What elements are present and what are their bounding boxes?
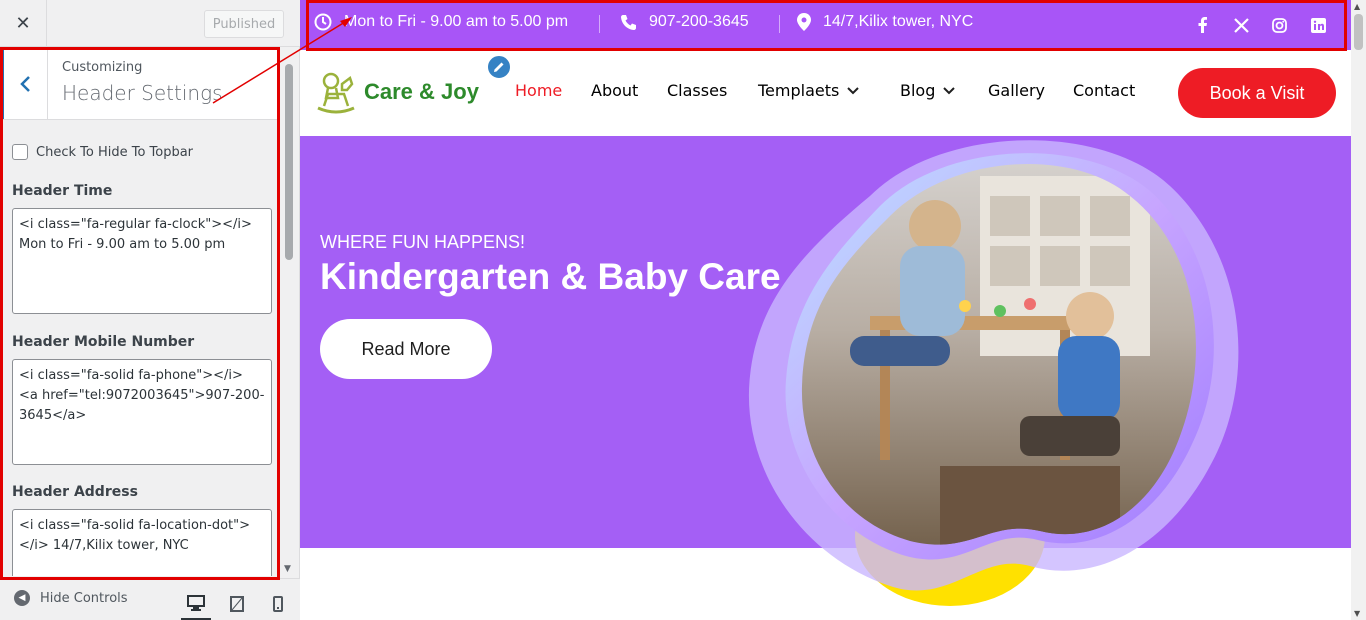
hide-topbar-label: Check To Hide To Topbar xyxy=(36,144,194,160)
page-scrollbar-thumb[interactable] xyxy=(1354,14,1363,50)
scroll-down-icon[interactable]: ▼ xyxy=(284,564,291,574)
desktop-icon xyxy=(187,594,205,611)
nav-contact-label: Contact xyxy=(1073,81,1136,100)
close-icon: ✕ xyxy=(15,13,31,34)
hide-controls-label: Hide Controls xyxy=(40,590,128,606)
scrollbar-thumb[interactable] xyxy=(285,64,293,260)
nav-home-label: Home xyxy=(515,81,563,100)
topbar-time: Mon to Fri - 9.00 am to 5.00 pm xyxy=(314,13,568,31)
customizer-sidebar: ✕ Published Customizing Header Settings … xyxy=(0,0,300,620)
hero-subtitle: WHERE FUN HAPPENS! xyxy=(320,232,526,252)
nav-classes[interactable]: Classes xyxy=(667,81,727,100)
hero-title: Kindergarten & Baby Care xyxy=(320,256,781,297)
hero-photo-blob xyxy=(748,140,1239,606)
mobile-icon xyxy=(273,596,283,612)
instagram-icon[interactable] xyxy=(1270,16,1288,34)
nav-blog[interactable]: Blog xyxy=(900,81,956,100)
topbar-address: 14/7,Kilix tower, NYC xyxy=(797,13,973,31)
header-mobile-label: Header Mobile Number xyxy=(12,334,195,350)
page-scrollbar[interactable]: ▲ ▼ xyxy=(1351,0,1366,620)
nav-classes-label: Classes xyxy=(667,81,728,100)
chevron-down-icon xyxy=(847,86,860,94)
topbar-phone-text[interactable]: 907-200-3645 xyxy=(649,13,749,31)
nav-templates[interactable]: Templaets xyxy=(758,81,860,100)
desktop-preview-button[interactable] xyxy=(181,587,211,620)
panel-title: Header Settings xyxy=(62,81,223,105)
panel-body: Check To Hide To Topbar Header Time <i c… xyxy=(0,121,278,576)
published-button[interactable]: Published xyxy=(204,10,284,38)
pencil-icon xyxy=(494,62,504,72)
panel-header: Customizing Header Settings xyxy=(0,48,278,120)
tablet-preview-button[interactable] xyxy=(222,587,252,620)
breadcrumb: Customizing xyxy=(62,60,143,75)
close-customizer-button[interactable]: ✕ xyxy=(0,0,47,47)
header-mobile-field[interactable]: <i class="fa-solid fa-phone"></i> <a hre… xyxy=(12,359,272,465)
nav-about-label: About xyxy=(591,81,639,100)
topbar: Mon to Fri - 9.00 am to 5.00 pm 907-200-… xyxy=(300,0,1351,50)
nav-contact[interactable]: Contact xyxy=(1073,81,1135,100)
linkedin-icon[interactable] xyxy=(1309,16,1327,34)
nav-gallery-label: Gallery xyxy=(988,81,1045,100)
nav-blog-label: Blog xyxy=(900,81,936,100)
main-header: Care & Joy Home About Classes Templaets … xyxy=(300,50,1351,136)
nav-gallery[interactable]: Gallery xyxy=(988,81,1045,100)
clock-icon xyxy=(314,13,332,31)
tablet-icon xyxy=(230,596,244,612)
site-preview: Mon to Fri - 9.00 am to 5.00 pm 907-200-… xyxy=(300,0,1351,620)
mobile-preview-button[interactable] xyxy=(263,587,293,620)
logo-text: Care & Joy xyxy=(364,79,479,104)
scroll-up-icon[interactable]: ▲ xyxy=(1354,2,1360,11)
back-button[interactable] xyxy=(0,48,48,119)
sidebar-scrollbar[interactable]: ▼ xyxy=(284,60,294,574)
chevron-down-icon xyxy=(943,86,956,94)
header-time-field[interactable]: <i class="fa-regular fa-clock"></i> Mon … xyxy=(12,208,272,314)
location-dot-icon xyxy=(797,13,811,31)
scroll-down-icon[interactable]: ▼ xyxy=(1354,609,1360,618)
site-logo[interactable]: Care & Joy xyxy=(314,70,479,114)
customizer-footer: ◀ Hide Controls xyxy=(0,578,300,620)
nav-templates-label: Templaets xyxy=(758,81,840,100)
hide-topbar-checkbox[interactable]: Check To Hide To Topbar xyxy=(12,144,193,160)
header-address-label: Header Address xyxy=(12,484,138,500)
nav-home[interactable]: Home xyxy=(515,81,562,100)
topbar-divider xyxy=(779,15,780,33)
topbar-divider xyxy=(599,15,600,33)
topbar-address-text: 14/7,Kilix tower, NYC xyxy=(823,13,974,30)
checkbox-box[interactable] xyxy=(12,144,28,160)
facebook-icon[interactable] xyxy=(1193,16,1211,34)
phone-icon xyxy=(621,14,636,30)
nav-about[interactable]: About xyxy=(591,81,638,100)
book-visit-button[interactable]: Book a Visit xyxy=(1178,68,1336,118)
chevron-left-icon xyxy=(19,75,30,92)
customizer-topbar: ✕ Published xyxy=(0,0,300,47)
topbar-time-text: Mon to Fri - 9.00 am to 5.00 pm xyxy=(344,13,569,30)
x-icon[interactable] xyxy=(1232,16,1250,34)
header-time-label: Header Time xyxy=(12,183,113,199)
header-address-field[interactable]: <i class="fa-solid fa-location-dot"></i>… xyxy=(12,509,272,576)
topbar-phone[interactable]: 907-200-3645 xyxy=(620,13,749,31)
rocking-horse-logo-icon xyxy=(317,72,355,114)
hide-controls-button[interactable]: ◀ Hide Controls xyxy=(14,590,128,606)
read-more-button[interactable]: Read More xyxy=(320,319,492,379)
edit-shortcut-button[interactable] xyxy=(486,54,512,80)
hero-section: WHERE FUN HAPPENS! Kindergarten & Baby C… xyxy=(300,136,1351,606)
collapse-icon: ◀ xyxy=(14,590,30,606)
